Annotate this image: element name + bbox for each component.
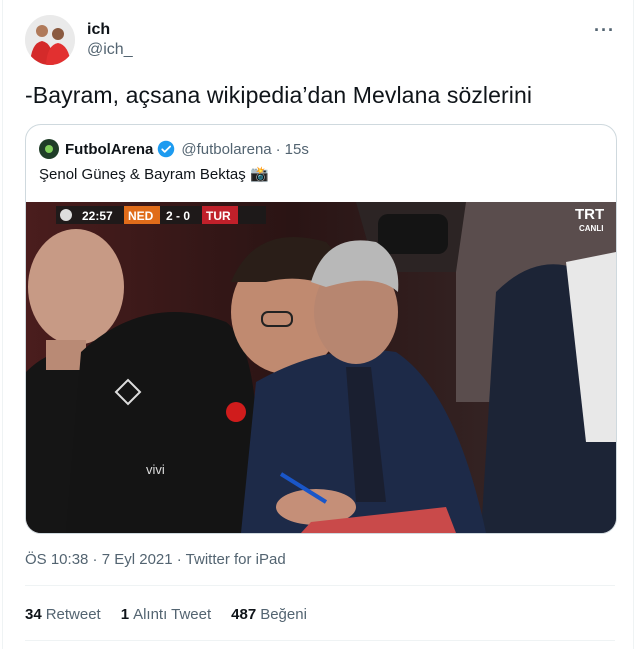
author-handle[interactable]: @ich_	[87, 41, 133, 59]
quote-tweet-count[interactable]: 1 Alıntı Tweet	[121, 606, 211, 623]
score-home: NED	[128, 209, 154, 223]
more-dots-icon[interactable]: ···	[594, 20, 615, 41]
quoted-header: FutbolArena @futbolarena · 15s	[39, 139, 309, 159]
quoted-avatar[interactable]	[39, 139, 59, 159]
divider	[25, 640, 615, 641]
tweet-stats: 34 Retweet 1 Alıntı Tweet 487 Beğeni	[25, 606, 327, 623]
score-clock: 22:57	[82, 209, 113, 223]
quoted-text: Şenol Güneş & Bayram Bektaş 📸	[39, 166, 269, 183]
retweet-count[interactable]: 34 Retweet	[25, 606, 101, 623]
shirt-text: vivi	[146, 462, 165, 477]
verified-badge-icon	[158, 140, 175, 158]
quoted-name[interactable]: FutbolArena	[65, 141, 153, 158]
tweet-card: ich @ich_ ··· -Bayram, açsana wikipedia’…	[2, 0, 634, 649]
quoted-photo[interactable]: 22:57 NED 2 - 0 TUR TRT CANLI vivi	[26, 202, 616, 533]
channel-logo: TRT	[575, 206, 604, 223]
score-value: 2 - 0	[166, 209, 190, 223]
author-name[interactable]: ich	[87, 21, 110, 39]
author-avatar[interactable]	[25, 15, 75, 65]
tweet-timestamp[interactable]: ÖS 10:38 · 7 Eyl 2021 · Twitter for iPad	[25, 551, 286, 568]
tweet-text: -Bayram, açsana wikipedia’dan Mevlana sö…	[25, 82, 533, 108]
channel-live: CANLI	[579, 224, 603, 233]
quoted-tweet[interactable]: FutbolArena @futbolarena · 15s Şenol Gün…	[25, 124, 617, 534]
divider	[25, 585, 615, 586]
quoted-handle[interactable]: @futbolarena	[181, 141, 271, 158]
score-away: TUR	[206, 209, 231, 223]
quoted-separator: ·	[275, 140, 281, 158]
quoted-time[interactable]: 15s	[285, 141, 309, 158]
like-count[interactable]: 487 Beğeni	[231, 606, 307, 623]
